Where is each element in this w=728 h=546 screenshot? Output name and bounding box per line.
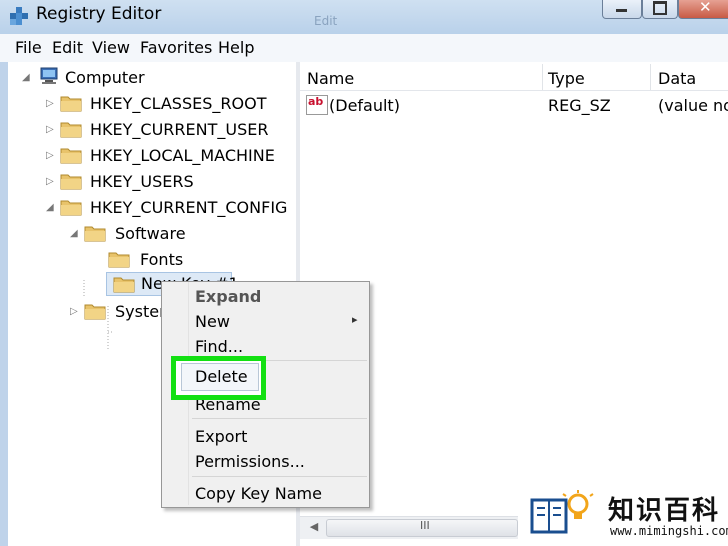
- computer-icon: [40, 67, 58, 84]
- tree-label-computer: Computer: [65, 68, 145, 87]
- string-value-icon: ab: [306, 95, 328, 115]
- registry-editor-icon: [10, 7, 28, 25]
- submenu-arrow-icon: ▸: [352, 313, 358, 326]
- cell-name: (Default): [329, 96, 400, 115]
- collapsed-arrow-icon[interactable]: ▷: [46, 176, 54, 187]
- tree-label-hkcc: HKEY_CURRENT_CONFIG: [90, 198, 288, 217]
- ghost-title-text: Edit: [314, 14, 338, 28]
- ctx-item-expand[interactable]: Expand: [195, 287, 261, 306]
- column-divider[interactable]: [650, 64, 651, 90]
- collapsed-arrow-icon[interactable]: ▷: [46, 150, 54, 161]
- minimize-icon: [616, 9, 627, 12]
- folder-icon: [60, 174, 82, 190]
- tree-label-hkcr: HKEY_CLASSES_ROOT: [90, 94, 267, 113]
- folder-icon: [60, 200, 82, 216]
- scroll-left-arrow-icon[interactable]: ◀: [306, 520, 322, 536]
- column-header-data[interactable]: Data: [658, 69, 696, 88]
- tree-label-fonts: Fonts: [140, 250, 184, 269]
- watermark-url: www.mimingshi.com: [610, 524, 728, 538]
- ctx-item-new[interactable]: New: [195, 312, 230, 331]
- maximize-icon: [653, 1, 667, 15]
- window-title: Registry Editor: [36, 4, 162, 24]
- column-divider[interactable]: [542, 64, 543, 90]
- expanded-arrow-icon[interactable]: ◢: [22, 72, 30, 83]
- menu-separator: [192, 476, 367, 477]
- folder-icon: [113, 277, 135, 293]
- minimize-button[interactable]: [602, 0, 642, 19]
- column-header-row: Name Type Data: [300, 64, 728, 91]
- menu-view[interactable]: View: [92, 38, 130, 57]
- folder-icon: [60, 148, 82, 164]
- menu-separator: [192, 418, 367, 419]
- watermark-title: 知识百科: [608, 496, 721, 526]
- scrollbar-grip: III: [420, 519, 430, 532]
- tree-label-hku: HKEY_USERS: [90, 172, 194, 191]
- menu-help[interactable]: Help: [218, 38, 254, 57]
- collapsed-arrow-icon[interactable]: ▷: [46, 98, 54, 109]
- menu-favorites[interactable]: Favorites: [140, 38, 212, 57]
- expanded-arrow-icon[interactable]: ◢: [46, 202, 54, 213]
- close-icon: ✕: [699, 0, 712, 16]
- maximize-button[interactable]: [642, 0, 678, 19]
- folder-icon: [60, 96, 82, 112]
- folder-icon: [84, 226, 106, 242]
- folder-icon: [84, 304, 106, 320]
- window-frame-left: [0, 62, 8, 546]
- ctx-item-find[interactable]: Find...: [195, 337, 243, 356]
- column-header-name[interactable]: Name: [307, 69, 354, 88]
- ctx-item-delete[interactable]: Delete: [181, 363, 259, 391]
- cell-data: (value not set): [658, 96, 728, 115]
- tree-label-hklm: HKEY_LOCAL_MACHINE: [90, 146, 275, 165]
- ctx-item-export[interactable]: Export: [195, 427, 247, 446]
- cell-type: REG_SZ: [548, 96, 611, 115]
- folder-icon: [60, 122, 82, 138]
- collapsed-arrow-icon[interactable]: ▷: [46, 124, 54, 135]
- menu-edit[interactable]: Edit: [52, 38, 83, 57]
- ctx-item-delete-label: Delete: [195, 367, 248, 386]
- string-value-icon-label: ab: [308, 95, 324, 108]
- menu-bar: File Edit View Favorites Help: [0, 34, 728, 63]
- close-button[interactable]: ✕: [678, 0, 728, 19]
- ctx-item-copy-key-name[interactable]: Copy Key Name: [195, 484, 322, 503]
- tree-label-hkcu: HKEY_CURRENT_USER: [90, 120, 269, 139]
- ctx-item-permissions[interactable]: Permissions...: [195, 452, 305, 471]
- folder-icon: [108, 252, 130, 268]
- menu-file[interactable]: File: [15, 38, 42, 57]
- expanded-arrow-icon[interactable]: ◢: [70, 228, 78, 239]
- column-header-type[interactable]: Type: [548, 69, 585, 88]
- collapsed-arrow-icon[interactable]: ▷: [70, 306, 78, 317]
- table-row[interactable]: ab (Default) REG_SZ (value not set): [300, 92, 728, 118]
- tree-label-software: Software: [115, 224, 186, 243]
- watermark-book-bulb-logo: [530, 490, 594, 534]
